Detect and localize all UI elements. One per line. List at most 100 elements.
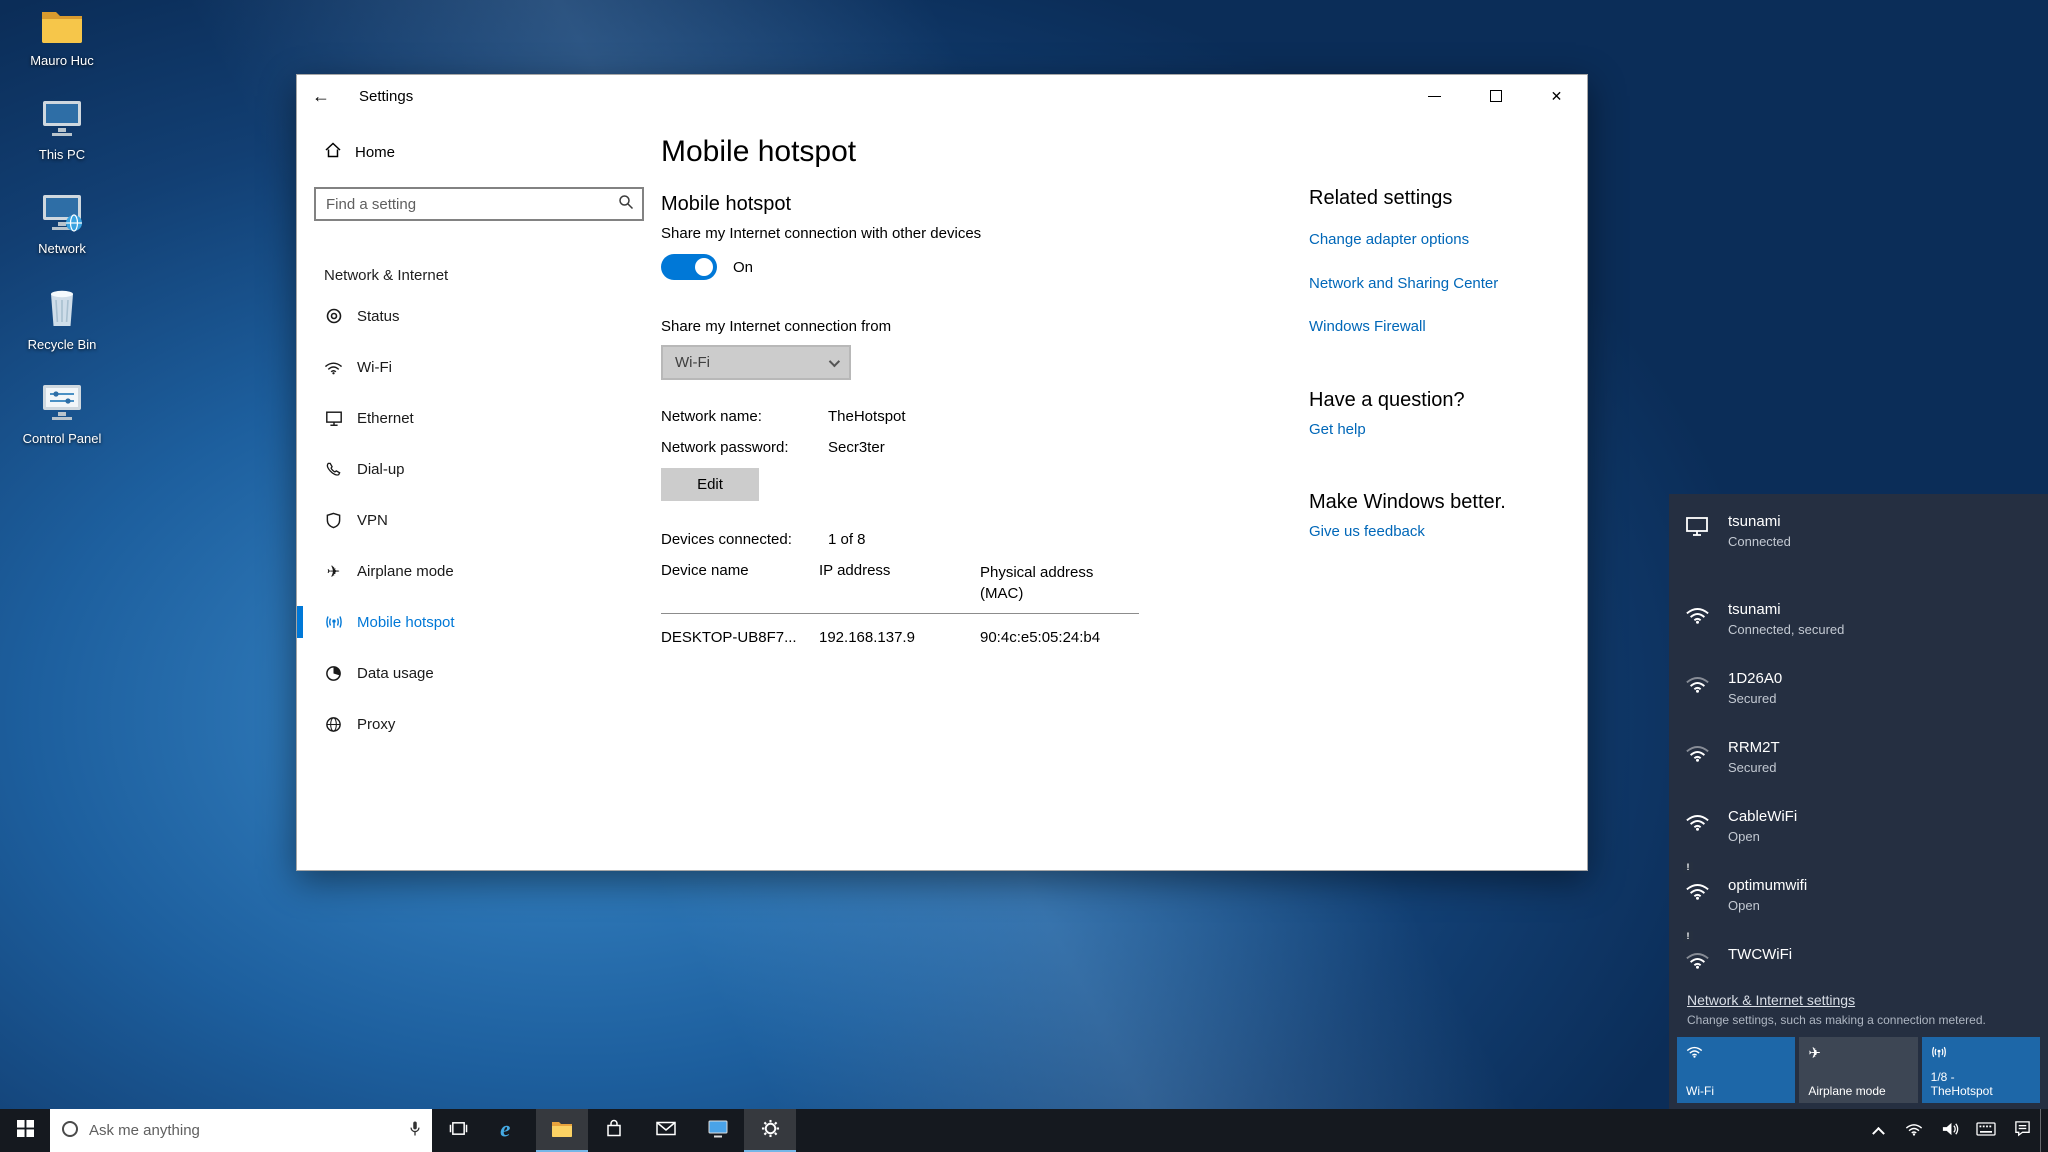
tray-touch-keyboard-button[interactable] xyxy=(1968,1109,2004,1152)
window-title: Settings xyxy=(359,88,413,105)
sidebar-item-ethernet[interactable]: Ethernet xyxy=(297,398,661,438)
desktop: Mauro Huc This PC Network Recycle Bin Co… xyxy=(0,0,2048,1152)
tile-label: Wi-Fi xyxy=(1686,1084,1714,1098)
tray-action-center-button[interactable] xyxy=(2004,1109,2040,1152)
column-header: IP address xyxy=(819,562,980,604)
close-icon: ✕ xyxy=(1551,88,1563,105)
gear-icon xyxy=(761,1119,780,1142)
sidebar-item-dialup[interactable]: Dial-up xyxy=(297,449,661,489)
task-view-button[interactable] xyxy=(432,1109,484,1152)
settings-search-input[interactable] xyxy=(326,196,618,213)
back-button[interactable]: ← xyxy=(297,75,345,117)
wifi-flyout: tsunami Connected tsunami Connected, sec… xyxy=(1669,494,2048,1109)
tray-show-hidden-icons-button[interactable] xyxy=(1860,1109,1896,1152)
wifi-icon xyxy=(324,359,343,375)
close-button[interactable]: ✕ xyxy=(1526,75,1587,117)
wifi-tile[interactable]: Wi-Fi xyxy=(1677,1037,1795,1103)
open-network-badge: ! xyxy=(1683,931,1693,942)
toggle-state-label: On xyxy=(733,259,753,276)
desktop-icon-user-folder[interactable]: Mauro Huc xyxy=(12,8,112,68)
desktop-icon-label: Recycle Bin xyxy=(28,337,97,352)
network-name: 1D26A0 xyxy=(1728,670,1782,687)
device-name-cell: DESKTOP-UB8F7... xyxy=(661,629,819,646)
network-sharing-center-link[interactable]: Network and Sharing Center xyxy=(1309,275,1498,292)
table-row: DESKTOP-UB8F7... 192.168.137.9 90:4c:e5:… xyxy=(661,629,1309,646)
mail-button[interactable] xyxy=(640,1109,692,1152)
network-item-wifi-open[interactable]: ! optimumwifi Open xyxy=(1669,871,2048,940)
edit-button[interactable]: Edit xyxy=(661,468,759,501)
sidebar-item-home[interactable]: Home xyxy=(324,141,661,163)
sidebar-item-vpn[interactable]: VPN xyxy=(297,500,661,540)
taskbar-spacer xyxy=(796,1109,1860,1152)
network-item-wifi-open[interactable]: ! CableWiFi Open xyxy=(1669,802,2048,871)
taskbar-search-input[interactable] xyxy=(89,1122,399,1139)
maximize-icon xyxy=(1490,90,1502,102)
network-password-value: Secr3ter xyxy=(828,439,885,456)
wifi-icon xyxy=(1686,1044,1703,1062)
network-status: Open xyxy=(1728,898,1807,913)
share-from-dropdown[interactable]: Wi-Fi xyxy=(661,345,851,380)
edge-button[interactable]: e xyxy=(484,1109,536,1152)
mobile-hotspot-page: Mobile hotspot Mobile hotspot Share my I… xyxy=(661,117,1309,871)
share-from-label: Share my Internet connection from xyxy=(661,318,1309,335)
network-name: tsunami xyxy=(1728,601,1844,618)
microphone-icon[interactable] xyxy=(408,1119,422,1142)
settings-button[interactable] xyxy=(744,1109,796,1152)
sidebar-item-proxy[interactable]: Proxy xyxy=(297,704,661,744)
desktop-icon-recycle-bin[interactable]: Recycle Bin xyxy=(12,286,112,352)
network-name: optimumwifi xyxy=(1728,877,1807,894)
airplane-mode-tile[interactable]: ✈ Airplane mode xyxy=(1799,1037,1917,1103)
sidebar-item-data-usage[interactable]: Data usage xyxy=(297,653,661,693)
file-explorer-icon xyxy=(551,1120,573,1142)
mobile-hotspot-tile[interactable]: 1/8 - TheHotspot xyxy=(1922,1037,2040,1103)
network-item-ethernet[interactable]: tsunami Connected xyxy=(1669,507,2048,576)
desktop-icon-control-panel[interactable]: Control Panel xyxy=(12,382,112,446)
airplane-icon: ✈ xyxy=(1808,1044,1821,1062)
start-button[interactable] xyxy=(0,1109,50,1152)
network-list: tsunami Connected tsunami Connected, sec… xyxy=(1669,494,2048,1009)
network-status: Open xyxy=(1728,829,1797,844)
give-us-feedback-link[interactable]: Give us feedback xyxy=(1309,523,1425,540)
task-view-icon xyxy=(449,1120,468,1141)
sidebar-item-wifi[interactable]: Wi-Fi xyxy=(297,347,661,387)
action-center-icon xyxy=(2014,1120,2031,1141)
hotspot-toggle[interactable] xyxy=(661,254,717,280)
get-help-link[interactable]: Get help xyxy=(1309,421,1366,438)
taskbar-search[interactable] xyxy=(50,1109,432,1152)
cortana-icon xyxy=(60,1119,80,1143)
sidebar-item-airplane-mode[interactable]: ✈ Airplane mode xyxy=(297,551,661,591)
network-item-wifi[interactable]: tsunami Connected, secured xyxy=(1669,595,2048,664)
speaker-icon xyxy=(1941,1121,1960,1141)
dropdown-value: Wi-Fi xyxy=(675,354,710,371)
desktop-icon-network[interactable]: Network xyxy=(12,192,112,256)
selected-accent-bar xyxy=(297,606,303,638)
sidebar-item-label: Airplane mode xyxy=(357,563,454,580)
file-explorer-button[interactable] xyxy=(536,1109,588,1152)
window-controls: ✕ xyxy=(1404,75,1587,117)
tray-volume-button[interactable] xyxy=(1932,1109,1968,1152)
maximize-button[interactable] xyxy=(1465,75,1526,117)
folder-icon xyxy=(40,8,84,48)
show-desktop-button[interactable] xyxy=(2040,1109,2048,1152)
settings-sidebar: Home Network & Internet Status xyxy=(297,117,661,871)
mac-address-cell: 90:4c:e5:05:24:b4 xyxy=(980,629,1160,646)
tray-network-button[interactable] xyxy=(1896,1109,1932,1152)
network-item-wifi[interactable]: RRM2T Secured xyxy=(1669,733,2048,802)
share-description: Share my Internet connection with other … xyxy=(661,225,1309,242)
sidebar-item-status[interactable]: Status xyxy=(297,296,661,336)
column-header: Physical address (MAC) xyxy=(980,562,1110,604)
network-item-wifi[interactable]: 1D26A0 Secured xyxy=(1669,664,2048,733)
settings-search-box[interactable] xyxy=(314,187,644,221)
sidebar-item-mobile-hotspot[interactable]: Mobile hotspot xyxy=(297,602,661,642)
change-adapter-options-link[interactable]: Change adapter options xyxy=(1309,231,1469,248)
tile-label: Airplane mode xyxy=(1808,1084,1885,1098)
network-icon xyxy=(40,192,84,236)
toggle-knob xyxy=(695,258,713,276)
minimize-button[interactable] xyxy=(1404,75,1465,117)
windows-firewall-link[interactable]: Windows Firewall xyxy=(1309,318,1426,335)
network-internet-settings-link[interactable]: Network & Internet settings xyxy=(1687,992,2040,1008)
desktop-icon-this-pc[interactable]: This PC xyxy=(12,98,112,162)
monitor-app-button[interactable] xyxy=(692,1109,744,1152)
store-button[interactable] xyxy=(588,1109,640,1152)
sidebar-item-label: Mobile hotspot xyxy=(357,614,455,631)
